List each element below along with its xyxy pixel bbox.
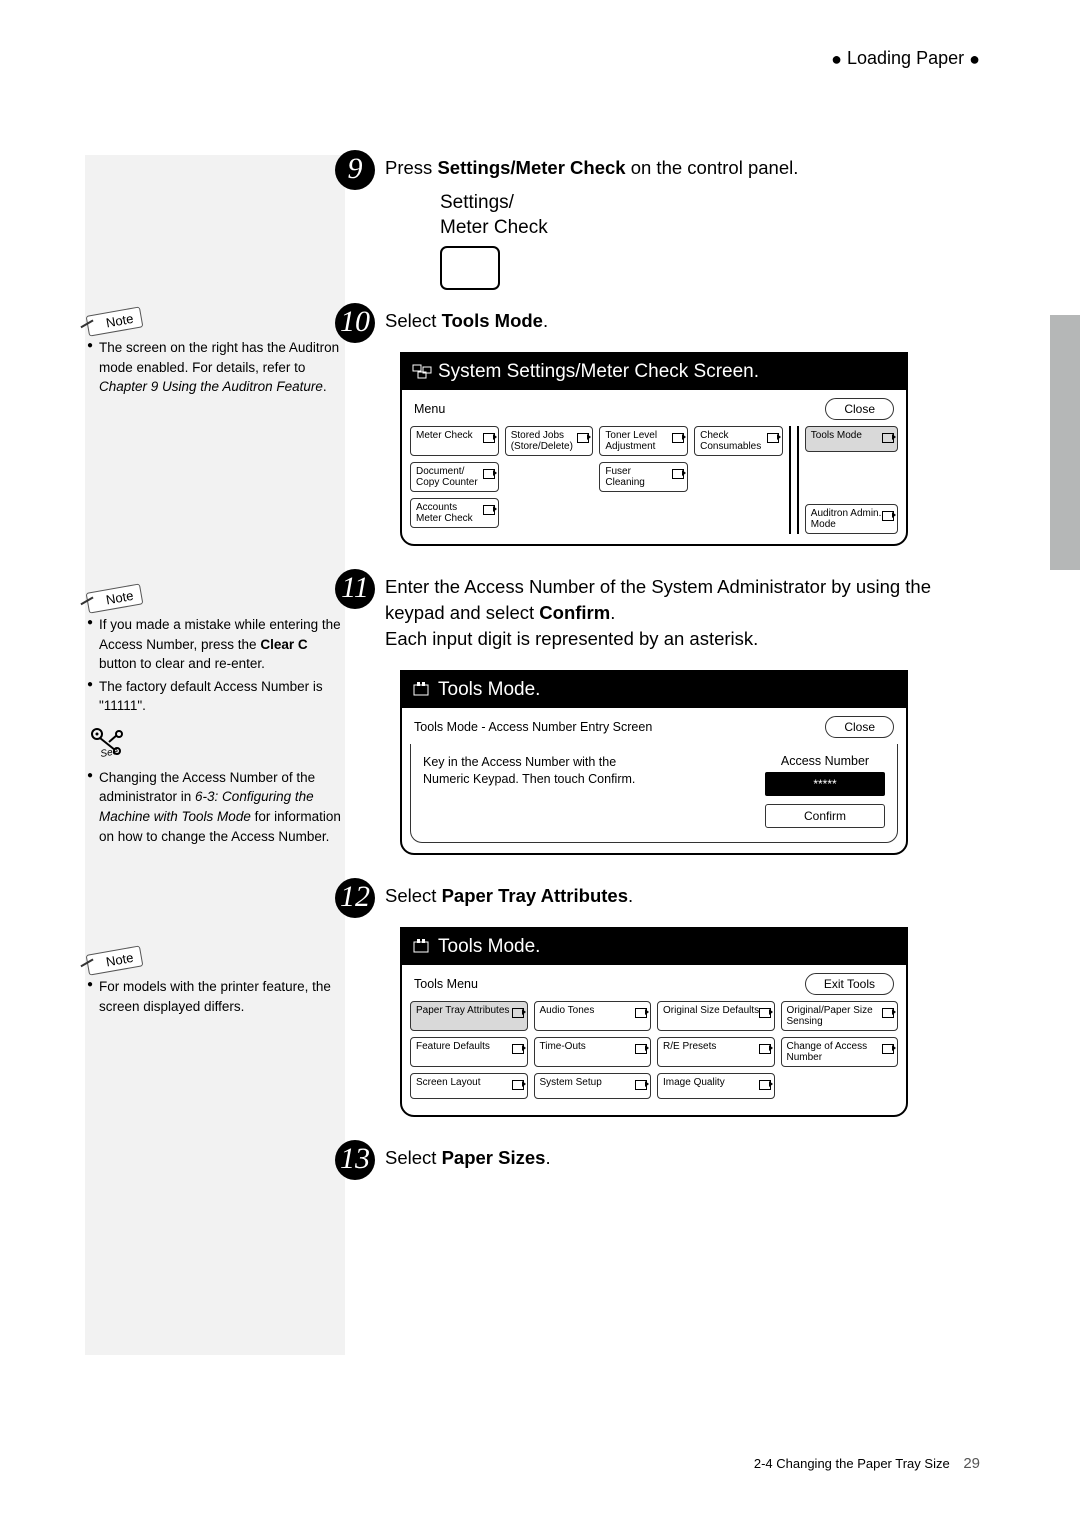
panel-title: Tools Mode — [438, 936, 535, 958]
note-item: If you made a mistake while entering the… — [87, 615, 345, 674]
arrow-icon — [635, 1006, 647, 1018]
arrow-icon — [512, 1078, 524, 1090]
panel-title: System Settings/Meter Check Screen — [438, 361, 754, 383]
arrow-icon — [882, 1042, 894, 1054]
confirm-button[interactable]: Confirm — [765, 804, 885, 828]
paper-tray-attributes-button[interactable]: Paper Tray Attributes — [410, 1001, 528, 1031]
arrow-icon — [483, 503, 495, 515]
step-number: 13 — [335, 1140, 375, 1180]
step-11: 11 Enter the Access Number of the System… — [345, 574, 965, 652]
tools-mode-access-panel: Tools Mode. Tools Mode - Access Number E… — [400, 670, 908, 855]
arrow-icon — [882, 431, 894, 443]
toner-level-button[interactable]: Toner Level Adjustment — [599, 426, 688, 456]
menu-label: Menu — [414, 402, 445, 416]
time-outs-button[interactable]: Time-Outs — [534, 1037, 652, 1067]
page-footer: 2-4 Changing the Paper Tray Size 29 — [754, 1455, 980, 1472]
panel-title: Tools Mode — [438, 679, 535, 701]
arrow-icon — [483, 431, 495, 443]
arrow-icon — [759, 1006, 771, 1018]
step-number: 10 — [335, 303, 375, 343]
re-presets-button[interactable]: R/E Presets — [657, 1037, 775, 1067]
audio-tones-button[interactable]: Audio Tones — [534, 1001, 652, 1031]
step-9: 9 Press Settings/Meter Check on the cont… — [345, 155, 965, 181]
see-item: Changing the Access Number of the admini… — [87, 768, 345, 846]
note-item: The screen on the right has the Auditron… — [87, 338, 345, 397]
control-panel-button-label: Settings/ Meter Check — [440, 191, 965, 290]
arrow-icon — [635, 1078, 647, 1090]
meter-check-button[interactable]: Meter Check — [410, 426, 499, 456]
arrow-icon — [672, 431, 684, 443]
exit-tools-button[interactable]: Exit Tools — [805, 973, 894, 995]
panel-subtitle: Tools Mode - Access Number Entry Screen — [414, 720, 652, 734]
main-column: 9 Press Settings/Meter Check on the cont… — [345, 155, 965, 1181]
divider — [789, 426, 791, 534]
access-number-display: ***** — [765, 772, 885, 796]
note-item: The factory default Access Number is "11… — [87, 677, 345, 716]
note-badge: Note — [86, 583, 144, 613]
image-quality-button[interactable]: Image Quality — [657, 1073, 775, 1099]
feature-defaults-button[interactable]: Feature Defaults — [410, 1037, 528, 1067]
panel-subtitle: Tools Menu — [414, 977, 478, 991]
arrow-icon — [882, 1006, 894, 1018]
tools-mode-button[interactable]: Tools Mode — [805, 426, 898, 452]
stored-jobs-button[interactable]: Stored Jobs (Store/Delete) — [505, 426, 594, 456]
arrow-icon — [759, 1042, 771, 1054]
arrow-icon — [512, 1042, 524, 1054]
screen-layout-button[interactable]: Screen Layout — [410, 1073, 528, 1099]
fuser-cleaning-button[interactable]: Fuser Cleaning — [599, 462, 688, 492]
svg-text:See: See — [100, 746, 120, 759]
change-access-number-button[interactable]: Change of Access Number — [781, 1037, 899, 1067]
arrow-icon — [577, 431, 589, 443]
system-settings-panel: System Settings/Meter Check Screen. Menu… — [400, 352, 908, 546]
side-tab — [1050, 315, 1080, 570]
sidebar-column: Note The screen on the right has the Aud… — [85, 155, 345, 1355]
check-consumables-button[interactable]: Check Consumables — [694, 426, 783, 456]
step-12: 12 Select Paper Tray Attributes. — [345, 883, 965, 909]
breadcrumb: Loading Paper — [847, 48, 964, 68]
arrow-icon — [759, 1078, 771, 1090]
document-copy-counter-button[interactable]: Document/ Copy Counter — [410, 462, 499, 492]
note-badge: Note — [86, 945, 144, 975]
see-icon: See — [87, 725, 131, 759]
panel-title-icon — [412, 682, 432, 698]
panel-title-icon — [412, 939, 432, 955]
arrow-icon — [767, 431, 779, 443]
system-setup-button[interactable]: System Setup — [534, 1073, 652, 1099]
close-button[interactable]: Close — [825, 398, 894, 420]
panel-title-icon — [412, 364, 432, 380]
step-13: 13 Select Paper Sizes. — [345, 1145, 965, 1171]
note-badge: Note — [86, 306, 144, 336]
original-paper-size-sensing-button[interactable]: Original/Paper Size Sensing — [781, 1001, 899, 1031]
step-10: 10 Select Tools Mode. — [345, 308, 965, 334]
step-number: 12 — [335, 878, 375, 918]
page-number: 29 — [963, 1455, 980, 1472]
step-number: 9 — [335, 150, 375, 190]
page-header: ● Loading Paper ● — [831, 48, 980, 70]
hardware-button-icon — [440, 246, 500, 290]
arrow-icon — [882, 509, 894, 521]
arrow-icon — [512, 1006, 524, 1018]
auditron-admin-button[interactable]: Auditron Admin. Mode — [805, 504, 898, 534]
arrow-icon — [672, 467, 684, 479]
accounts-meter-check-button[interactable]: Accounts Meter Check — [410, 498, 499, 528]
arrow-icon — [483, 467, 495, 479]
step-number: 11 — [335, 569, 375, 609]
tools-menu-panel: Tools Mode. Tools Menu Exit Tools Paper … — [400, 927, 908, 1117]
original-size-defaults-button[interactable]: Original Size Defaults — [657, 1001, 775, 1031]
close-button[interactable]: Close — [825, 716, 894, 738]
access-number-label: Access Number — [765, 754, 885, 768]
divider — [797, 426, 799, 534]
note-item: For models with the printer feature, the… — [87, 977, 345, 1016]
access-instructions: Key in the Access Number with the Numeri… — [423, 754, 713, 828]
arrow-icon — [635, 1042, 647, 1054]
